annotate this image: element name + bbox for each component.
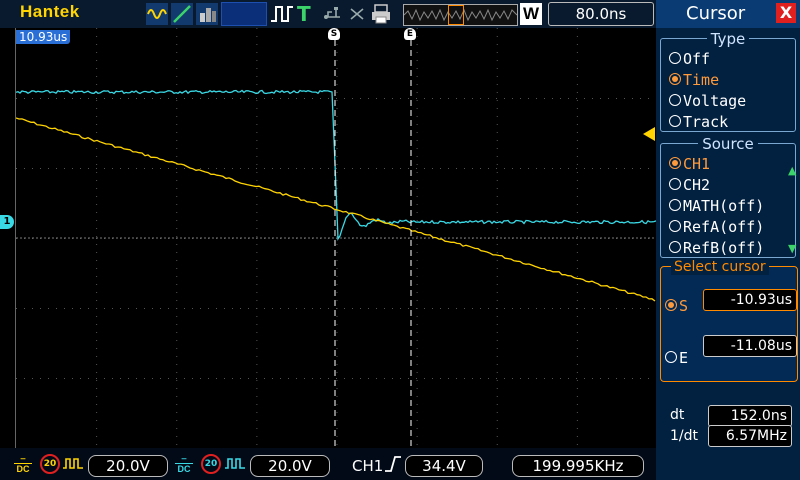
frequency-counter: 199.995KHz	[512, 455, 644, 477]
source-option-ch1[interactable]: CH1	[669, 155, 710, 173]
ch2-bandwidth-limit-icon[interactable]: 20	[201, 454, 221, 474]
trigger-time-readout: 10.93us	[16, 30, 71, 44]
trigger-level[interactable]: 34.4V	[405, 455, 483, 477]
type-option-track[interactable]: Track	[669, 113, 728, 131]
ch1-bandwidth-limit-icon[interactable]: 20	[40, 454, 60, 474]
window-mode-icon[interactable]: W	[520, 3, 542, 25]
ch2-volts-div[interactable]: 20.0V	[250, 455, 330, 477]
scroll-down-icon[interactable]: ▼	[788, 242, 796, 255]
waveform-icon[interactable]	[146, 3, 168, 25]
select-cursor-e[interactable]: E	[665, 349, 688, 367]
waveform-canvas	[16, 28, 657, 448]
dt-value: 152.0ns	[708, 405, 792, 427]
close-button[interactable]: X	[776, 3, 796, 23]
ch2-waveform	[16, 89, 657, 241]
select-cursor-section: Select cursor S -10.93us E -11.08us	[660, 259, 798, 382]
brand-logo: Hantek	[20, 2, 80, 21]
select-cursor-title: Select cursor	[671, 259, 769, 275]
ch2-invert-icon[interactable]	[224, 456, 246, 470]
cursor-e-tag[interactable]: E	[404, 28, 416, 40]
ramp-icon[interactable]	[171, 3, 193, 25]
radio-icon	[669, 115, 681, 127]
type-section: Type Off Time Voltage Track	[660, 30, 796, 132]
type-option-voltage[interactable]: Voltage	[669, 92, 746, 110]
inv-dt-label: 1/dt	[670, 428, 698, 444]
channel-status-bar: ⎯ DC 20 20.0V ⎯ DC 20 20.0V CH1 34.4V 199.…	[0, 448, 656, 480]
radio-icon	[665, 351, 677, 363]
radio-icon	[669, 94, 681, 106]
type-option-time[interactable]: Time	[669, 71, 719, 89]
select-cursor-s[interactable]: S	[665, 297, 688, 315]
radio-icon	[669, 241, 681, 253]
channel-ground-marker[interactable]: 1	[0, 215, 14, 229]
ch1-coupling[interactable]: ⎯ DC	[14, 453, 32, 474]
persist-icon[interactable]	[196, 3, 218, 25]
trigger-source[interactable]: CH1	[352, 457, 383, 475]
source-option-math[interactable]: MATH(off)	[669, 197, 764, 215]
waveform-display[interactable]	[15, 28, 658, 448]
run-status-box[interactable]	[221, 2, 267, 26]
source-section: Source CH1 CH2 MATH(off) RefA(off) RefB(…	[660, 135, 796, 258]
trigger-rising-edge-icon[interactable]	[384, 455, 402, 473]
graticule	[16, 28, 657, 445]
panel-header: Cursor X	[656, 0, 800, 28]
memory-view-window[interactable]	[448, 5, 464, 25]
source-option-refa[interactable]: RefA(off)	[669, 218, 764, 236]
sync-icon	[350, 8, 364, 20]
source-option-refb[interactable]: RefB(off)	[669, 239, 764, 257]
radio-icon	[669, 199, 681, 211]
scroll-up-icon[interactable]: ▲	[788, 164, 796, 177]
radio-icon	[669, 52, 681, 64]
panel-title: Cursor	[686, 3, 746, 24]
radio-icon	[669, 178, 681, 190]
type-section-title: Type	[706, 30, 750, 48]
top-status-bar: Hantek T W 80.0ns	[0, 0, 656, 28]
cursor-e-value[interactable]: -11.08us	[703, 335, 797, 357]
radio-icon	[669, 220, 681, 232]
ch1-volts-div[interactable]: 20.0V	[88, 455, 168, 477]
dt-label: dt	[670, 407, 685, 423]
pulse-icon[interactable]	[270, 3, 294, 25]
timebase-display[interactable]: 80.0ns	[548, 2, 654, 26]
ch1-invert-icon[interactable]	[62, 456, 84, 470]
trigger-level-marker[interactable]	[643, 127, 655, 141]
ch2-coupling[interactable]: ⎯ DC	[175, 453, 193, 474]
radio-selected-icon	[669, 157, 681, 169]
cursor-s-tag[interactable]: S	[328, 28, 340, 40]
trigger-t-icon[interactable]: T	[297, 3, 311, 25]
radio-selected-icon	[669, 73, 681, 85]
type-option-off[interactable]: Off	[669, 50, 710, 68]
cursor-s-value[interactable]: -10.93us	[703, 289, 797, 311]
source-section-title: Source	[698, 135, 758, 153]
inv-dt-value: 6.57MHz	[708, 425, 792, 447]
radio-selected-icon	[665, 299, 677, 311]
usb-icon	[324, 7, 340, 19]
source-option-ch2[interactable]: CH2	[669, 176, 710, 194]
memory-position-bar[interactable]	[403, 4, 518, 26]
printer-icon[interactable]	[370, 3, 392, 25]
